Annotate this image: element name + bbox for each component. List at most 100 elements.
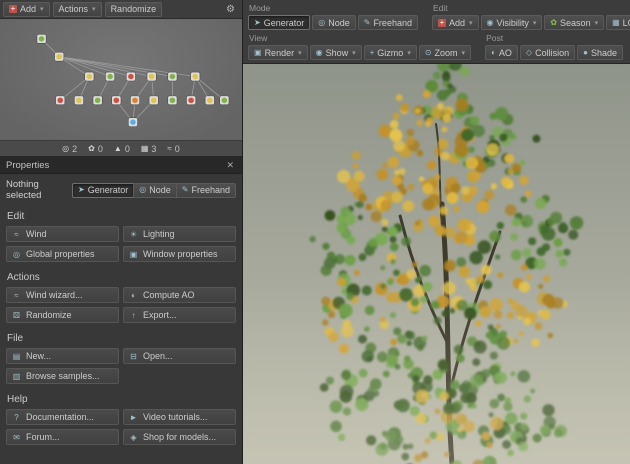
stat-tri-icon: ▦ (140, 144, 149, 153)
stat-camera-icon: ◎ (62, 144, 70, 153)
open-button[interactable]: ⊟ Open... (123, 348, 236, 364)
graph-node[interactable] (130, 95, 141, 106)
graph-node[interactable] (167, 95, 178, 106)
render-button[interactable]: ▣ Render ▾ (248, 45, 308, 60)
close-icon: ✕ (226, 159, 234, 170)
mode-generator-button[interactable]: ➤ Generator (248, 15, 311, 30)
shade-toggle-button[interactable]: ● Shade (577, 45, 623, 60)
mode-node-button[interactable]: ◎ Node (312, 15, 356, 30)
edit-add-button[interactable]: + Add ▾ (431, 15, 479, 30)
wind-wizard-button[interactable]: ≈ Wind wizard... (6, 287, 119, 303)
ao-icon: ◐ (491, 47, 496, 57)
season-button[interactable]: ✿ Season ▾ (544, 15, 605, 30)
eye-icon: ◉ (486, 17, 494, 27)
graph-status-bar: ◎ 2 ✿ 0 ▲ 0 ▦ 3 ≈0 (0, 141, 242, 157)
graph-edge (59, 56, 131, 77)
section-help-title: Help (7, 394, 28, 405)
gizmo-button[interactable]: + Gizmo ▾ (363, 45, 417, 60)
graph-node[interactable] (92, 95, 103, 106)
section-file-title: File (7, 333, 24, 344)
video-tutorials-button[interactable]: ► Video tutorials... (123, 409, 236, 425)
chevron-down-icon: ▾ (594, 19, 599, 27)
graph-node[interactable] (167, 71, 178, 82)
section-edit: Edit ≈ Wind ☀ Lighting ◎ Global properti… (0, 205, 242, 266)
settings-gear-button[interactable]: ⚙ (222, 2, 239, 17)
graph-node[interactable] (73, 95, 84, 106)
node-graph-panel[interactable] (0, 19, 242, 141)
new-document-icon: ▤ (12, 351, 21, 361)
documentation-button[interactable]: ? Documentation... (6, 409, 119, 425)
section-actions: Actions ≈ Wind wizard... ◐ Compute AO ⚄ … (0, 266, 242, 327)
post-group: Post ◐ AO ◇ Collision ● Shade (485, 32, 623, 60)
properties-header: Properties ✕ (0, 157, 242, 174)
randomize-button[interactable]: ⚄ Randomize (6, 307, 119, 323)
collision-toggle-button[interactable]: ◇ Collision (519, 45, 576, 60)
graph-node[interactable] (148, 95, 159, 106)
viewport-3d[interactable] (243, 64, 630, 464)
chevron-down-icon: ▾ (298, 49, 302, 57)
tab-node[interactable]: ◎ Node (133, 182, 176, 198)
graph-stat-count: 0 (97, 143, 103, 154)
lod-button[interactable]: ▦ LOD ▾ (606, 15, 630, 30)
graph-node[interactable] (84, 71, 95, 82)
graph-node[interactable] (111, 95, 122, 106)
mode-freehand-button[interactable]: ✎ Freehand (357, 15, 418, 30)
view-label: View (249, 33, 268, 43)
forum-button[interactable]: ✉ Forum... (6, 429, 119, 445)
graph-node[interactable] (146, 71, 157, 82)
tab-generator[interactable]: ➤ Generator (72, 182, 134, 198)
app-window: + Add ▾ Actions ▾ Randomize ⚙ ◎ 2 ✿ 0 ▲ 0 ▦ 3 ≈0… (0, 0, 630, 464)
show-button[interactable]: ◉ Show ▾ (309, 45, 362, 60)
export-icon: ↑ (131, 310, 136, 320)
chevron-down-icon: ▾ (40, 6, 44, 13)
window-properties-button[interactable]: ▣ Window properties (123, 246, 236, 262)
add-button[interactable]: + Add ▾ (3, 1, 50, 17)
graph-node[interactable] (125, 71, 136, 82)
graph-node[interactable] (190, 71, 201, 82)
browse-samples-button[interactable]: ▥ Browse samples... (6, 368, 119, 384)
actions-button-label: Actions (58, 4, 89, 14)
node-graph-canvas[interactable] (0, 19, 242, 140)
lighting-button[interactable]: ☀ Lighting (123, 226, 236, 242)
chevron-down-icon: ▾ (468, 19, 473, 27)
randomize-toolbar-button[interactable]: Randomize (104, 1, 163, 17)
wind-button[interactable]: ≈ Wind (6, 226, 119, 242)
section-actions-title: Actions (7, 272, 40, 283)
zoom-button[interactable]: ⊙ Zoom ▾ (418, 45, 472, 60)
graph-toolbar: + Add ▾ Actions ▾ Randomize ⚙ (0, 0, 242, 19)
graph-node[interactable] (127, 117, 138, 127)
question-icon: ? (14, 412, 19, 422)
graph-stat: ≈0 (167, 144, 179, 154)
mode-group: Mode ➤ Generator ◎ Node ✎ Freehand (248, 2, 418, 30)
graph-node[interactable] (54, 51, 65, 62)
graph-node[interactable] (204, 95, 215, 106)
dice-icon: ⚄ (13, 310, 20, 320)
section-edit-title: Edit (7, 211, 25, 222)
graph-node[interactable] (36, 34, 47, 44)
graph-node[interactable] (219, 95, 230, 106)
graph-stat-count: 0 (124, 143, 130, 154)
ao-toggle-button[interactable]: ◐ AO (485, 45, 518, 60)
graph-node[interactable] (55, 95, 66, 106)
tab-freehand[interactable]: ✎ Freehand (175, 182, 236, 198)
visibility-button[interactable]: ◉ Visibility ▾ (480, 15, 543, 30)
add-button-label: Add (20, 4, 37, 14)
pencil-icon: ✎ (181, 185, 189, 194)
graph-node[interactable] (105, 71, 116, 82)
compute-ao-button[interactable]: ◐ Compute AO (123, 287, 236, 303)
actions-button[interactable]: Actions ▾ (52, 1, 102, 17)
graph-node[interactable] (186, 95, 197, 106)
global-properties-button[interactable]: ◎ Global properties (6, 246, 119, 262)
new-button[interactable]: ▤ New... (6, 348, 119, 364)
export-button[interactable]: ↑ Export... (123, 307, 236, 323)
collision-icon: ◇ (525, 47, 533, 57)
chevron-down-icon: ▾ (407, 49, 411, 57)
gizmo-axes-icon: + (369, 47, 375, 57)
properties-tabs: ➤ Generator ◎ Node ✎ Freehand (72, 182, 236, 198)
graph-stat: ▲ 0 (114, 144, 130, 154)
shop-for-models-button[interactable]: ◈ Shop for models... (123, 429, 236, 445)
close-properties-button[interactable]: ✕ (224, 160, 236, 171)
section-file: File ▤ New... ⊟ Open... ▥ Browse samples… (0, 327, 242, 388)
properties-title: Properties (6, 159, 50, 171)
render-icon: ▣ (254, 47, 262, 57)
